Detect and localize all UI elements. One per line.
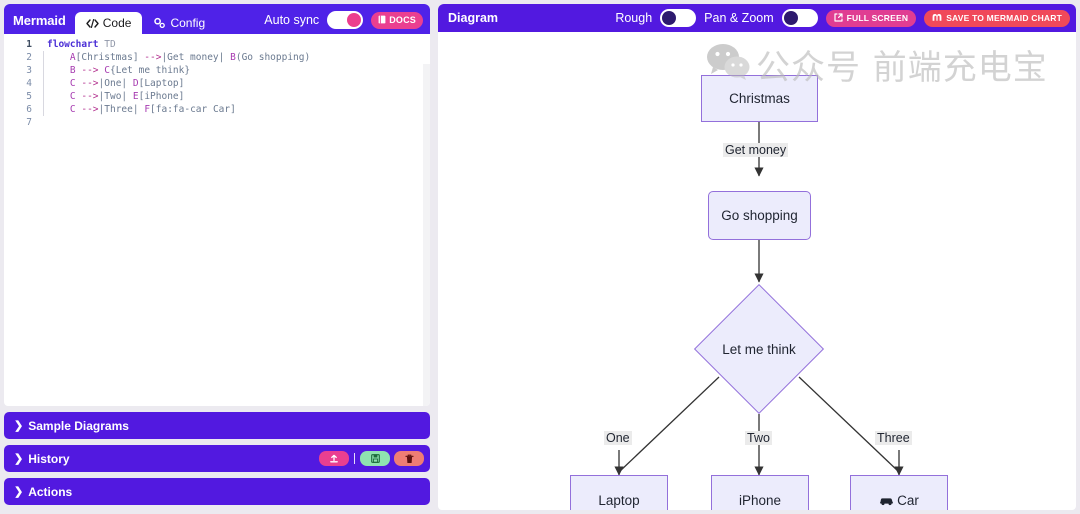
toggle-knob: [662, 11, 677, 25]
diagram-header: Diagram Rough Pan & Zoom FULL SCREEN SAV…: [438, 4, 1076, 32]
code-line-3: B --> C{Let me think}: [69, 65, 191, 76]
line-number-gutter: 1 2 3 4 5 6 7: [4, 38, 38, 129]
code-line-5: C -->|Two| E[iPhone]: [69, 91, 185, 102]
save-to-mermaid-chart-button[interactable]: SAVE TO MERMAID CHART: [924, 9, 1070, 27]
auto-sync-toggle[interactable]: [327, 11, 364, 29]
history-label: History: [28, 451, 70, 466]
node-go-shopping[interactable]: Go shopping: [708, 191, 811, 240]
node-laptop[interactable]: Laptop: [570, 475, 668, 510]
line-number: 2: [26, 52, 32, 63]
tab-code[interactable]: Code: [74, 12, 143, 34]
code-icon: [86, 18, 99, 29]
edge-label-two: Two: [745, 431, 772, 445]
node-car[interactable]: Car: [850, 475, 948, 510]
node-label: Let me think: [722, 341, 796, 357]
app-brand: Mermaid: [13, 13, 66, 28]
code-line-2: A[Christmas] -->|Get money| B(Go shoppin…: [69, 52, 311, 63]
upload-icon: [330, 454, 338, 462]
diagram-title: Diagram: [448, 11, 499, 25]
toggle-knob: [783, 11, 798, 25]
tab-code-label: Code: [102, 16, 132, 30]
editor-header-controls: Auto sync DOCS: [264, 11, 430, 34]
node-label: Car: [897, 492, 919, 508]
line-number: 5: [26, 91, 32, 102]
history-actions: [319, 451, 430, 466]
upload-button[interactable]: [319, 451, 349, 466]
node-label: Laptop: [598, 492, 640, 508]
toggle-knob: [347, 13, 362, 27]
code-line-1: flowchart TD: [47, 39, 116, 50]
pan-zoom-toggle[interactable]: [781, 9, 818, 27]
trash-icon: [404, 454, 414, 463]
full-screen-label: FULL SCREEN: [846, 13, 909, 23]
code-text[interactable]: flowchart TD A[Christmas] -->|Get money|…: [38, 38, 430, 129]
edge-label-get-money: Get money: [723, 143, 789, 157]
edge-label-three: Three: [875, 431, 912, 445]
book-icon: [378, 15, 386, 26]
sample-diagrams-panel[interactable]: ❯ Sample Diagrams: [4, 412, 430, 439]
node-iphone[interactable]: iPhone: [711, 475, 809, 510]
save-button[interactable]: [360, 451, 390, 466]
diagram-panel: Diagram Rough Pan & Zoom FULL SCREEN SAV…: [438, 4, 1076, 510]
diagram-canvas[interactable]: Christmas Go shopping Let me think Lapto…: [438, 32, 1076, 510]
editor-panel: Mermaid Code Config Auto sync DOCS 1 2 3…: [4, 4, 430, 510]
divider: [354, 453, 355, 464]
external-link-icon: [834, 12, 843, 24]
node-let-me-think-label-wrap: Let me think: [695, 335, 823, 363]
car-icon: [879, 495, 894, 506]
indent-guide: [43, 51, 44, 116]
editor-header: Mermaid Code Config Auto sync DOCS: [4, 4, 430, 34]
gears-icon: [153, 17, 166, 29]
diagram-header-controls: Rough Pan & Zoom FULL SCREEN SAVE TO MER…: [615, 9, 1070, 27]
mermaid-logo-icon: [932, 13, 942, 24]
pan-zoom-label: Pan & Zoom: [704, 11, 774, 25]
delete-button[interactable]: [394, 451, 424, 466]
node-label: Go shopping: [721, 208, 798, 223]
docs-button[interactable]: DOCS: [371, 11, 423, 29]
line-number: 6: [26, 104, 32, 115]
code-editor[interactable]: 1 2 3 4 5 6 7 flowchart TD A[Christmas] …: [4, 34, 430, 406]
actions-label: Actions: [28, 484, 73, 499]
line-number: 4: [26, 78, 32, 89]
history-panel[interactable]: ❯ History: [4, 445, 430, 472]
code-line-4: C -->|One| D[Laptop]: [69, 78, 185, 89]
tab-config[interactable]: Config: [142, 12, 216, 34]
auto-sync-label: Auto sync: [264, 13, 320, 27]
line-number: 3: [26, 65, 32, 76]
rough-label: Rough: [615, 11, 653, 25]
docs-label: DOCS: [389, 15, 416, 25]
edge-label-one: One: [604, 431, 632, 445]
line-number: 1: [26, 39, 32, 50]
chevron-right-icon: ❯: [14, 420, 24, 432]
code-line-6: C -->|Three| F[fa:fa-car Car]: [69, 104, 236, 115]
sample-diagrams-label: Sample Diagrams: [28, 418, 129, 433]
chevron-right-icon: ❯: [14, 486, 24, 498]
save-chart-label: SAVE TO MERMAID CHART: [946, 13, 1062, 23]
floppy-icon: [370, 454, 380, 463]
node-label: iPhone: [738, 492, 782, 508]
tab-config-label: Config: [170, 16, 206, 30]
line-number: 7: [26, 117, 32, 128]
node-christmas[interactable]: Christmas: [701, 75, 818, 122]
actions-panel[interactable]: ❯ Actions: [4, 478, 430, 505]
chevron-right-icon: ❯: [14, 453, 24, 465]
full-screen-button[interactable]: FULL SCREEN: [825, 9, 917, 27]
rough-toggle[interactable]: [660, 9, 697, 27]
mermaid-live-editor: Mermaid Code Config Auto sync DOCS 1 2 3…: [0, 0, 1080, 514]
node-label: Christmas: [729, 91, 790, 106]
